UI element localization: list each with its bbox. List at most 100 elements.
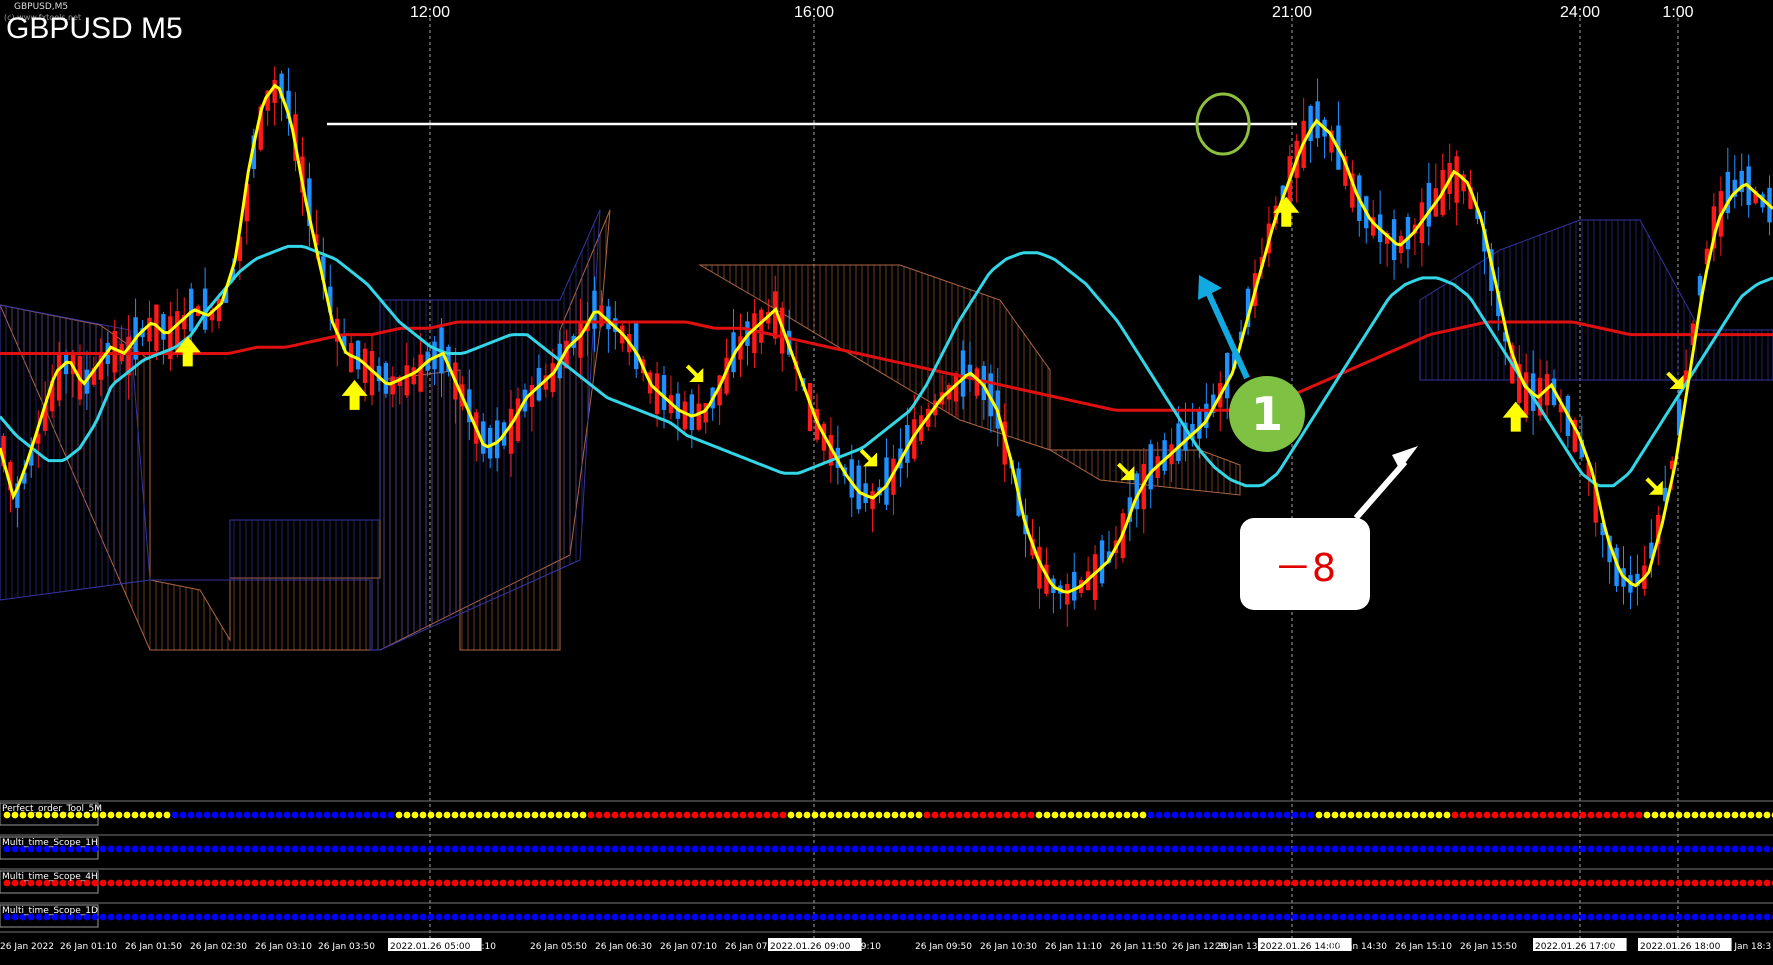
signal-dot (1339, 845, 1347, 853)
signal-dot (1411, 913, 1419, 921)
signal-dot (139, 845, 147, 853)
price-chart[interactable]: 12:00 16:00 21:00 24:00 1:00 26 Jan 2022 26 Ja… (0, 0, 1773, 965)
signal-dot (1163, 913, 1171, 921)
signal-dot (483, 845, 491, 853)
signal-dot (1187, 913, 1195, 921)
signal-dot (171, 811, 179, 819)
signal-dot (763, 845, 771, 853)
signal-dot (899, 845, 907, 853)
signal-dot (931, 913, 939, 921)
signal-dot (195, 811, 203, 819)
signal-dot (1379, 879, 1387, 887)
signal-dot (1283, 879, 1291, 887)
signal-dot (1387, 811, 1395, 819)
signal-dot (115, 845, 123, 853)
signal-dot (651, 913, 659, 921)
signal-dot (427, 879, 435, 887)
signal-dot (1691, 913, 1699, 921)
signal-dot (1051, 811, 1059, 819)
signal-dot (1339, 879, 1347, 887)
signal-dot (547, 811, 555, 819)
signal-dot (507, 845, 515, 853)
signal-dot (1235, 845, 1243, 853)
signal-dot (307, 845, 315, 853)
signal-dot (163, 913, 171, 921)
signal-dot (1675, 845, 1683, 853)
signal-dot (491, 845, 499, 853)
signal-dot (1355, 879, 1363, 887)
signal-dot (1035, 913, 1043, 921)
signal-dot (923, 811, 931, 819)
signal-dot (323, 811, 331, 819)
signal-dot (763, 879, 771, 887)
bottom-time-label: 09:10 (855, 942, 881, 952)
bottom-time-label: 26 Jan 13 (1215, 942, 1258, 952)
signal-dot (523, 845, 531, 853)
signal-dot (603, 845, 611, 853)
signal-dot (435, 811, 443, 819)
signal-dot (163, 845, 171, 853)
signal-dot (739, 879, 747, 887)
signal-dot (771, 811, 779, 819)
signal-dot (475, 845, 483, 853)
bottom-time-label: 26 Jan 06:30 (595, 942, 652, 952)
signal-dot (459, 913, 467, 921)
signal-dot (1603, 879, 1611, 887)
signal-dot (131, 845, 139, 853)
signal-dot (739, 845, 747, 853)
signal-dot (1627, 879, 1635, 887)
signal-dot (1619, 879, 1627, 887)
signal-dot (667, 811, 675, 819)
signal-dot (1099, 811, 1107, 819)
signal-dot (1291, 811, 1299, 819)
signal-dot (995, 913, 1003, 921)
signal-dot (283, 845, 291, 853)
signal-dot (1715, 913, 1723, 921)
signal-dot (1419, 845, 1427, 853)
signal-dot (243, 913, 251, 921)
candle-body (1065, 584, 1070, 605)
signal-dot (1195, 811, 1203, 819)
bottom-time-label: 26 Jan 18:3 (1720, 942, 1771, 952)
signal-dot (635, 879, 643, 887)
pane-label-scope-4h: Multi_time_Scope_4H (2, 872, 98, 882)
signal-dot (1227, 845, 1235, 853)
signal-dot (1467, 913, 1475, 921)
signal-dot (1499, 811, 1507, 819)
signal-dot (595, 811, 603, 819)
signal-dot (291, 811, 299, 819)
signal-dot (1763, 913, 1771, 921)
signal-dot (1475, 913, 1483, 921)
signal-dot (1027, 845, 1035, 853)
signal-dot (795, 845, 803, 853)
signal-dot (235, 845, 243, 853)
signal-dot (315, 845, 323, 853)
signal-dot (619, 811, 627, 819)
signal-dot (1707, 845, 1715, 853)
signal-dot (1587, 913, 1595, 921)
signal-dot (947, 879, 955, 887)
signal-dot (1691, 811, 1699, 819)
signal-dot (347, 811, 355, 819)
signal-dot (123, 879, 131, 887)
signal-dot (179, 845, 187, 853)
signal-dot (1747, 879, 1755, 887)
signal-dot (827, 879, 835, 887)
signal-dot (507, 879, 515, 887)
signal-dot (1371, 845, 1379, 853)
signal-dot (971, 811, 979, 819)
signal-dot (1147, 879, 1155, 887)
signal-dot (1059, 913, 1067, 921)
signal-dot (211, 845, 219, 853)
signal-dot (483, 811, 491, 819)
signal-dot (1019, 879, 1027, 887)
signal-dot (299, 811, 307, 819)
signal-dot (131, 879, 139, 887)
signal-dot (547, 845, 555, 853)
signal-dot (539, 811, 547, 819)
signal-dot (651, 879, 659, 887)
signal-dot (539, 879, 547, 887)
signal-dot (1003, 811, 1011, 819)
signal-dot (1131, 913, 1139, 921)
candle-body (870, 491, 875, 510)
